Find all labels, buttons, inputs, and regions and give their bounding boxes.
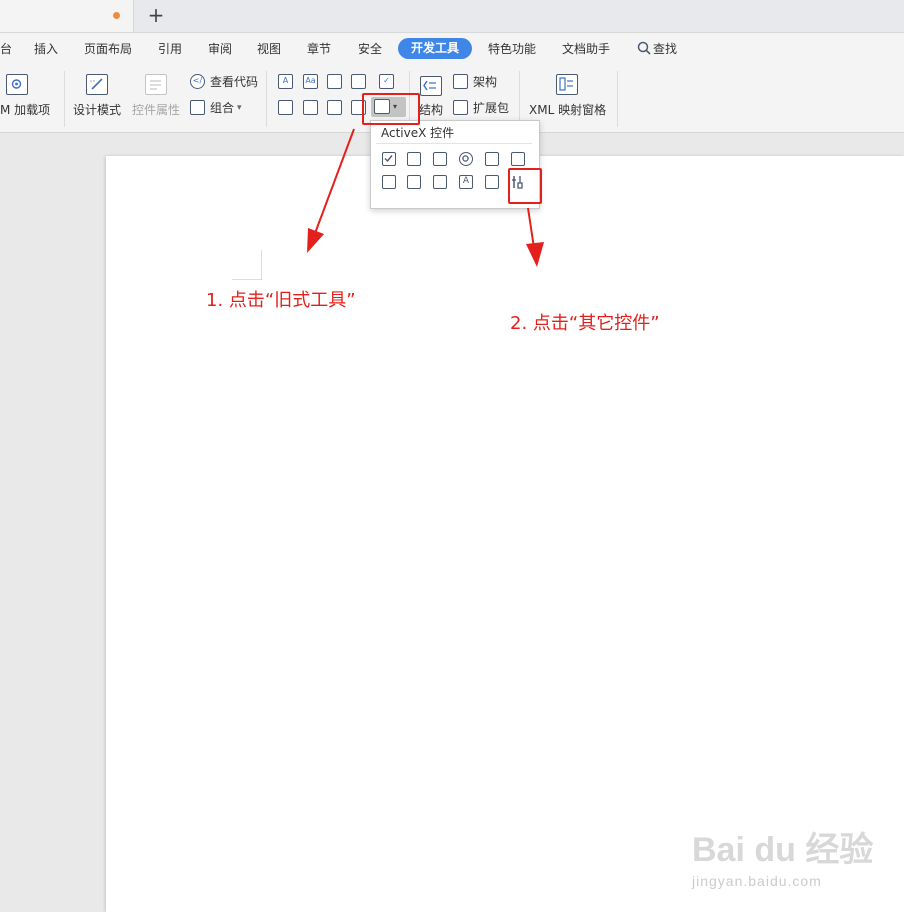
structure-icon[interactable]	[420, 76, 442, 96]
title-bar	[0, 0, 904, 33]
schema-icon[interactable]	[453, 74, 468, 89]
building-block-control-icon[interactable]	[351, 74, 366, 89]
margin-corner-mark	[232, 250, 262, 280]
step1-annotation: 1. 点击“旧式工具”	[206, 290, 356, 311]
menu-doc-assistant[interactable]: 文档助手	[562, 41, 610, 57]
expansion-pack-icon[interactable]	[453, 100, 468, 115]
ribbon-divider	[64, 71, 65, 127]
com-addins-icon[interactable]	[6, 74, 28, 95]
checkbox-control-icon[interactable]: ✓	[379, 74, 394, 89]
watermark-url: jingyan.baidu.com	[692, 873, 822, 889]
design-mode-label[interactable]: 设计模式	[73, 102, 121, 118]
baidu-jingyan-watermark-logo: Bai du 经验	[692, 831, 874, 869]
picture-control-icon[interactable]	[327, 74, 342, 89]
dropdown-list-control-icon[interactable]	[303, 100, 318, 115]
menu-page-layout[interactable]: 页面布局	[84, 41, 132, 57]
menu-find[interactable]: 查找	[653, 41, 677, 57]
rich-text-control-icon[interactable]: A	[278, 74, 293, 89]
menu-special-features[interactable]: 特色功能	[488, 41, 536, 57]
expansion-pack-label[interactable]: 扩展包	[473, 100, 509, 116]
design-mode-icon[interactable]	[86, 74, 108, 95]
xml-mapping-pane-icon[interactable]	[556, 74, 578, 95]
xml-mapping-pane-label[interactable]: XML 映射窗格	[529, 102, 606, 118]
combo-box-control-icon[interactable]	[278, 100, 293, 115]
control-properties-label: 控件属性	[132, 103, 181, 117]
step2-annotation: 2. 点击“其它控件”	[510, 313, 660, 334]
date-picker-control-icon[interactable]	[327, 100, 342, 115]
menu-section[interactable]: 章节	[307, 41, 331, 57]
view-code-icon[interactable]: </	[190, 74, 205, 89]
menu-insert[interactable]: 插入	[34, 41, 58, 57]
menu-security[interactable]: 安全	[358, 41, 382, 57]
search-icon[interactable]	[637, 41, 651, 57]
com-addins-label[interactable]: M 加载项	[0, 102, 50, 118]
ribbon-divider	[519, 71, 520, 127]
ribbon-divider	[266, 71, 267, 127]
menu-view[interactable]: 视图	[257, 41, 281, 57]
view-code-label[interactable]: 查看代码	[210, 74, 258, 90]
menu-bar: 台 插入 页面布局 引用 审阅 视图 章节 安全 开发工具 特色功能 文档助手 …	[0, 33, 904, 65]
schema-label[interactable]: 架构	[473, 74, 497, 90]
group-dropdown-caret-icon[interactable]: ▾	[237, 100, 242, 116]
menu-workbench[interactable]: 台	[0, 41, 12, 57]
menu-developer-tools[interactable]: 开发工具	[398, 38, 472, 59]
control-properties-icon	[145, 74, 167, 95]
group-label[interactable]: 组合	[210, 100, 234, 116]
annotation-arrows	[307, 128, 544, 267]
group-icon[interactable]	[190, 100, 205, 115]
unsaved-dot-icon	[113, 12, 120, 19]
structure-label[interactable]: 结构	[419, 102, 443, 118]
menu-references[interactable]: 引用	[158, 41, 182, 57]
ribbon-divider	[617, 71, 618, 127]
menu-review[interactable]: 审阅	[208, 41, 232, 57]
new-tab-button[interactable]: +	[146, 3, 166, 27]
plain-text-control-icon[interactable]: Aa	[303, 74, 318, 89]
